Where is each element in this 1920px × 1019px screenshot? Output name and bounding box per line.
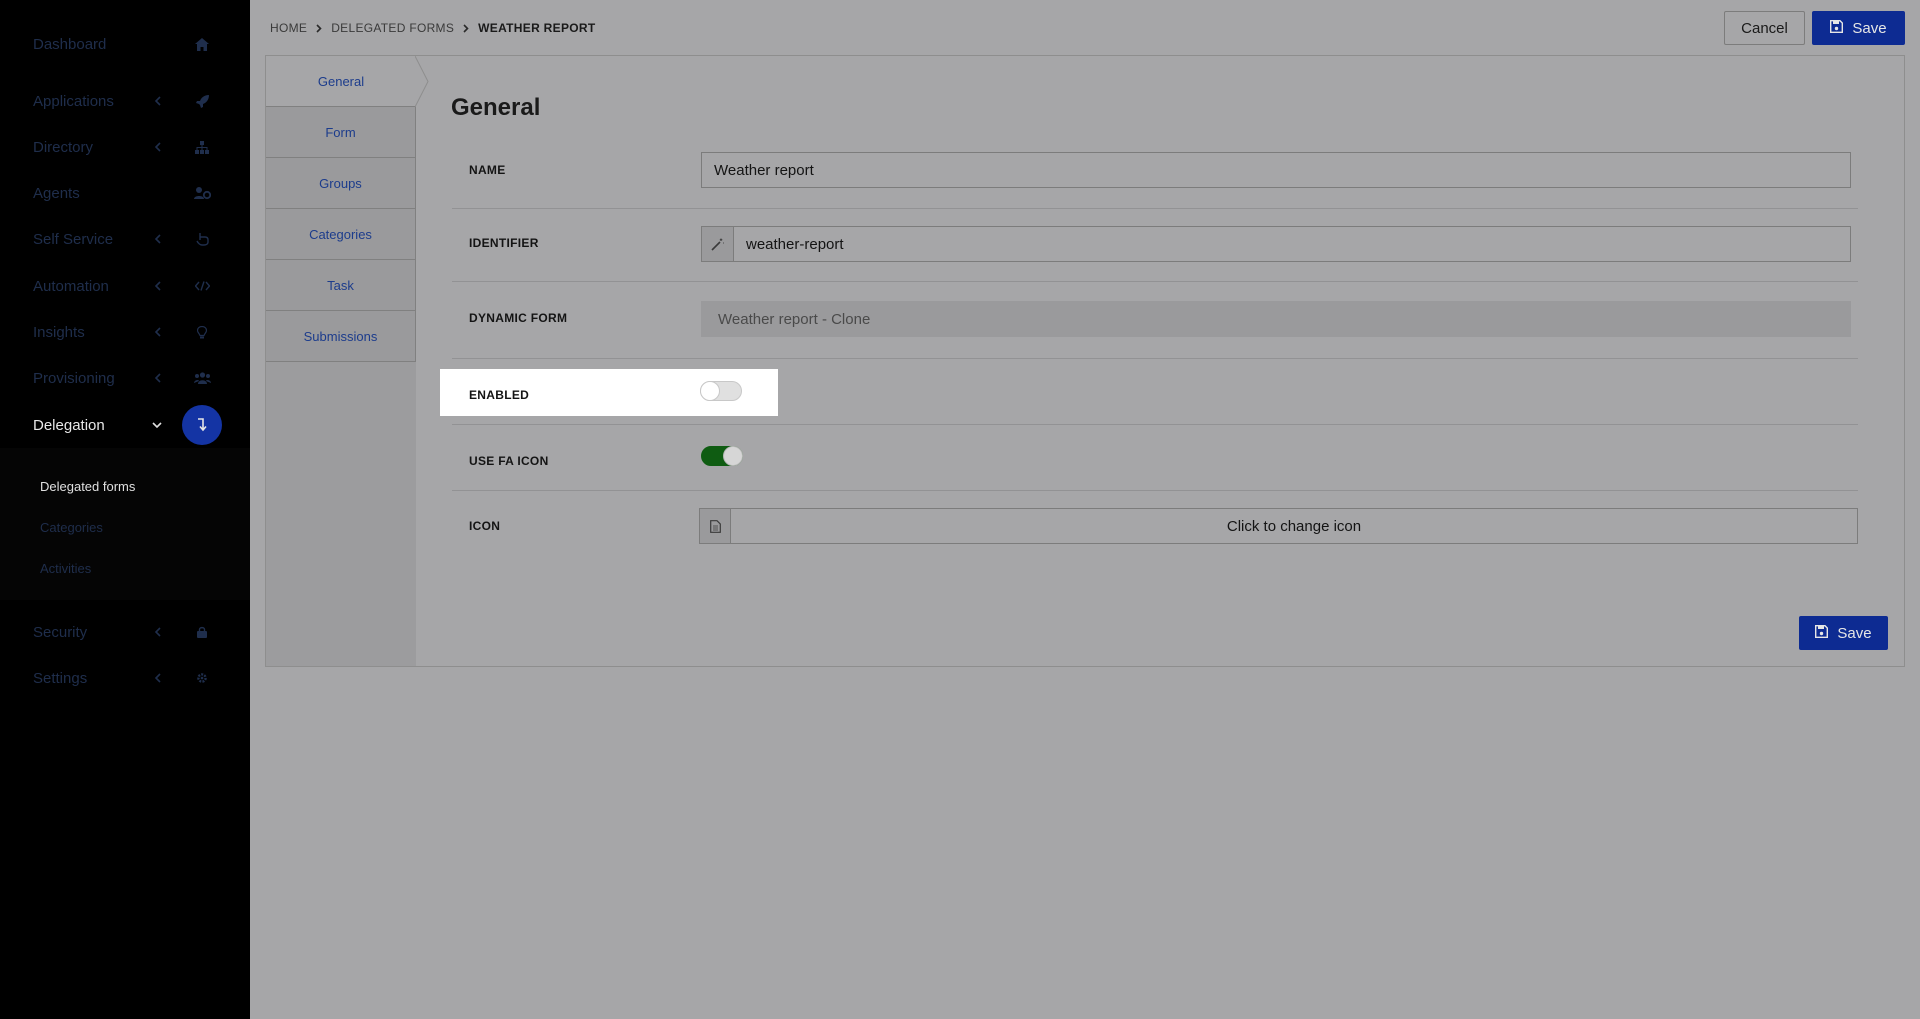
sidebar-item-automation[interactable]: Automation	[0, 266, 250, 306]
sidebar-item-settings[interactable]: Settings	[0, 658, 250, 698]
divider	[452, 490, 1858, 491]
sidebar: Dashboard Applications Directory Agents …	[0, 0, 250, 1019]
save-button[interactable]: Save	[1812, 11, 1905, 45]
chevron-left-icon	[150, 671, 164, 685]
divider	[452, 358, 1858, 359]
chevron-left-icon	[150, 371, 164, 385]
submenu-item-activities[interactable]: Activities	[40, 561, 91, 576]
section-title: General	[451, 94, 541, 121]
sidebar-item-label: Automation	[33, 277, 109, 295]
name-value: Weather report	[714, 161, 814, 179]
use-fa-icon-label: USE FA ICON	[469, 454, 549, 468]
breadcrumb: HOME DELEGATED FORMS WEATHER REPORT	[270, 21, 595, 35]
use-fa-icon-toggle[interactable]	[701, 446, 743, 466]
tab-submissions[interactable]: Submissions	[266, 311, 416, 362]
chevron-left-icon	[150, 232, 164, 246]
chevron-down-icon	[150, 418, 164, 432]
name-field[interactable]: Weather report	[701, 152, 1851, 188]
change-icon-button[interactable]: Click to change icon	[699, 508, 1858, 544]
tab-categories[interactable]: Categories	[266, 209, 416, 260]
sidebar-item-label: Agents	[33, 184, 80, 202]
sidebar-item-label: Dashboard	[33, 35, 107, 53]
code-icon	[193, 277, 211, 295]
save-button-bottom[interactable]: Save	[1799, 616, 1888, 650]
save-icon	[1830, 19, 1844, 37]
toggle-knob	[700, 381, 720, 401]
hand-pointer-icon	[193, 230, 211, 248]
file-icon	[700, 509, 731, 543]
identifier-label: IDENTIFIER	[469, 236, 539, 250]
dynamic-form-label: DYNAMIC FORM	[469, 311, 568, 325]
toggle-knob	[723, 446, 743, 466]
magic-wand-icon[interactable]	[702, 227, 734, 261]
tab-general[interactable]: General	[266, 56, 416, 107]
delegation-submenu	[0, 448, 250, 600]
divider	[452, 208, 1858, 209]
form-card: General Form Groups Categories Task Subm…	[265, 55, 1905, 667]
divider	[452, 424, 1858, 425]
divider	[452, 281, 1858, 282]
sidebar-item-label: Directory	[33, 138, 94, 156]
rocket-icon	[193, 92, 211, 110]
sidebar-item-applications[interactable]: Applications	[0, 81, 250, 121]
sidebar-item-directory[interactable]: Directory	[0, 127, 250, 167]
sidebar-item-label: Insights	[33, 323, 85, 341]
enabled-toggle[interactable]	[700, 381, 742, 401]
sidebar-item-dashboard[interactable]: Dashboard	[0, 24, 250, 64]
sidebar-item-label: Provisioning	[33, 369, 115, 387]
chevron-right-icon	[463, 23, 469, 33]
sidebar-item-insights[interactable]: Insights	[0, 312, 250, 352]
icon-label: ICON	[469, 519, 501, 533]
identifier-value: weather-report	[746, 235, 844, 253]
sidebar-item-security[interactable]: Security	[0, 612, 250, 652]
chevron-right-icon	[316, 23, 322, 33]
home-icon	[193, 35, 211, 53]
breadcrumb-current: WEATHER REPORT	[478, 21, 596, 35]
sitemap-icon	[193, 138, 211, 156]
sidebar-item-self-service[interactable]: Self Service	[0, 219, 250, 259]
tab-task[interactable]: Task	[266, 260, 416, 311]
tab-list: General Form Groups Categories Task Subm…	[266, 56, 429, 666]
chevron-left-icon	[150, 325, 164, 339]
submenu-item-categories[interactable]: Categories	[40, 520, 103, 535]
level-down-icon	[182, 405, 222, 445]
name-label: NAME	[469, 163, 506, 177]
chevron-left-icon	[150, 625, 164, 639]
users-cog-icon	[193, 184, 211, 202]
chevron-left-icon	[150, 140, 164, 154]
save-icon	[1815, 624, 1829, 642]
chevron-left-icon	[150, 279, 164, 293]
breadcrumb-home[interactable]: HOME	[270, 21, 307, 35]
lock-icon	[193, 623, 211, 641]
submenu-item-delegated-forms[interactable]: Delegated forms	[40, 479, 135, 494]
cancel-button[interactable]: Cancel	[1724, 11, 1805, 45]
sidebar-item-delegation[interactable]: Delegation	[0, 405, 250, 445]
tab-active-arrow	[415, 56, 429, 107]
lightbulb-icon	[193, 323, 211, 341]
identifier-field[interactable]: weather-report	[701, 226, 1851, 262]
users-icon	[193, 369, 211, 387]
sidebar-item-label: Delegation	[33, 416, 105, 434]
dynamic-form-value: Weather report - Clone	[718, 310, 871, 328]
change-icon-label: Click to change icon	[1226, 517, 1362, 535]
enabled-label: ENABLED	[469, 388, 530, 402]
dynamic-form-field: Weather report - Clone	[701, 301, 1851, 337]
tab-groups[interactable]: Groups	[266, 158, 416, 209]
sidebar-item-label: Applications	[33, 92, 114, 110]
sidebar-item-provisioning[interactable]: Provisioning	[0, 358, 250, 398]
chevron-left-icon	[150, 94, 164, 108]
gear-icon	[193, 669, 211, 687]
breadcrumb-delegated-forms[interactable]: DELEGATED FORMS	[331, 21, 454, 35]
sidebar-item-agents[interactable]: Agents	[0, 173, 250, 213]
save-button-label: Save	[1852, 19, 1887, 37]
save-button-label: Save	[1837, 624, 1872, 642]
tab-form[interactable]: Form	[266, 107, 416, 158]
sidebar-item-label: Security	[33, 623, 88, 641]
sidebar-item-label: Settings	[33, 669, 88, 687]
sidebar-item-label: Self Service	[33, 230, 114, 248]
